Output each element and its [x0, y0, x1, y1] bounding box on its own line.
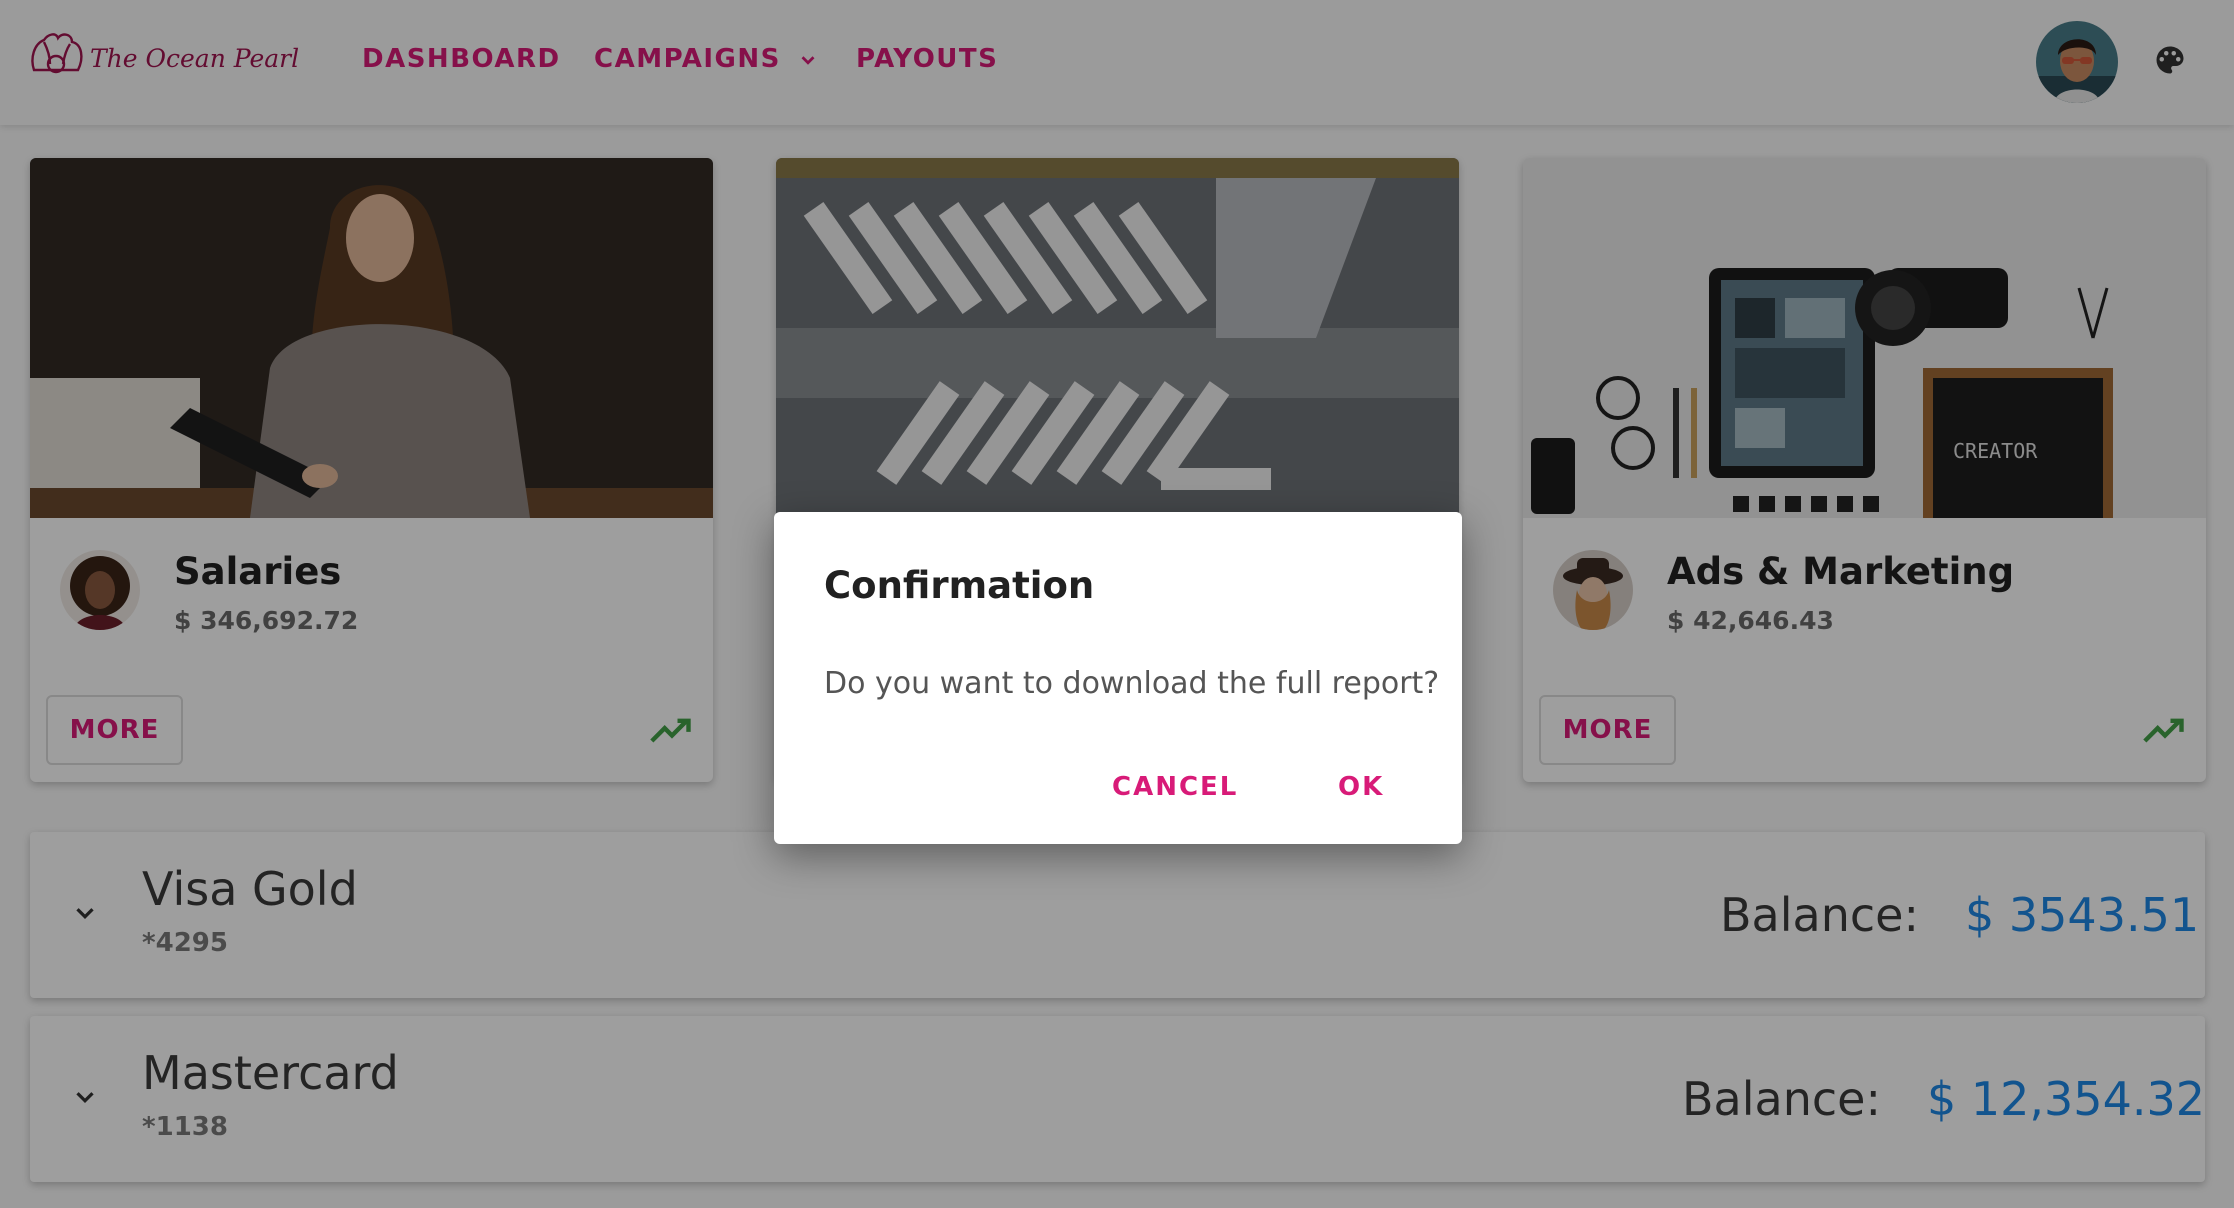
ok-button[interactable]: OK — [1338, 772, 1384, 802]
dialog-message: Do you want to download the full report? — [824, 666, 1440, 701]
cancel-button[interactable]: CANCEL — [1112, 772, 1238, 802]
dialog-title: Confirmation — [824, 564, 1095, 607]
confirmation-dialog: Confirmation Do you want to download the… — [774, 512, 1462, 844]
